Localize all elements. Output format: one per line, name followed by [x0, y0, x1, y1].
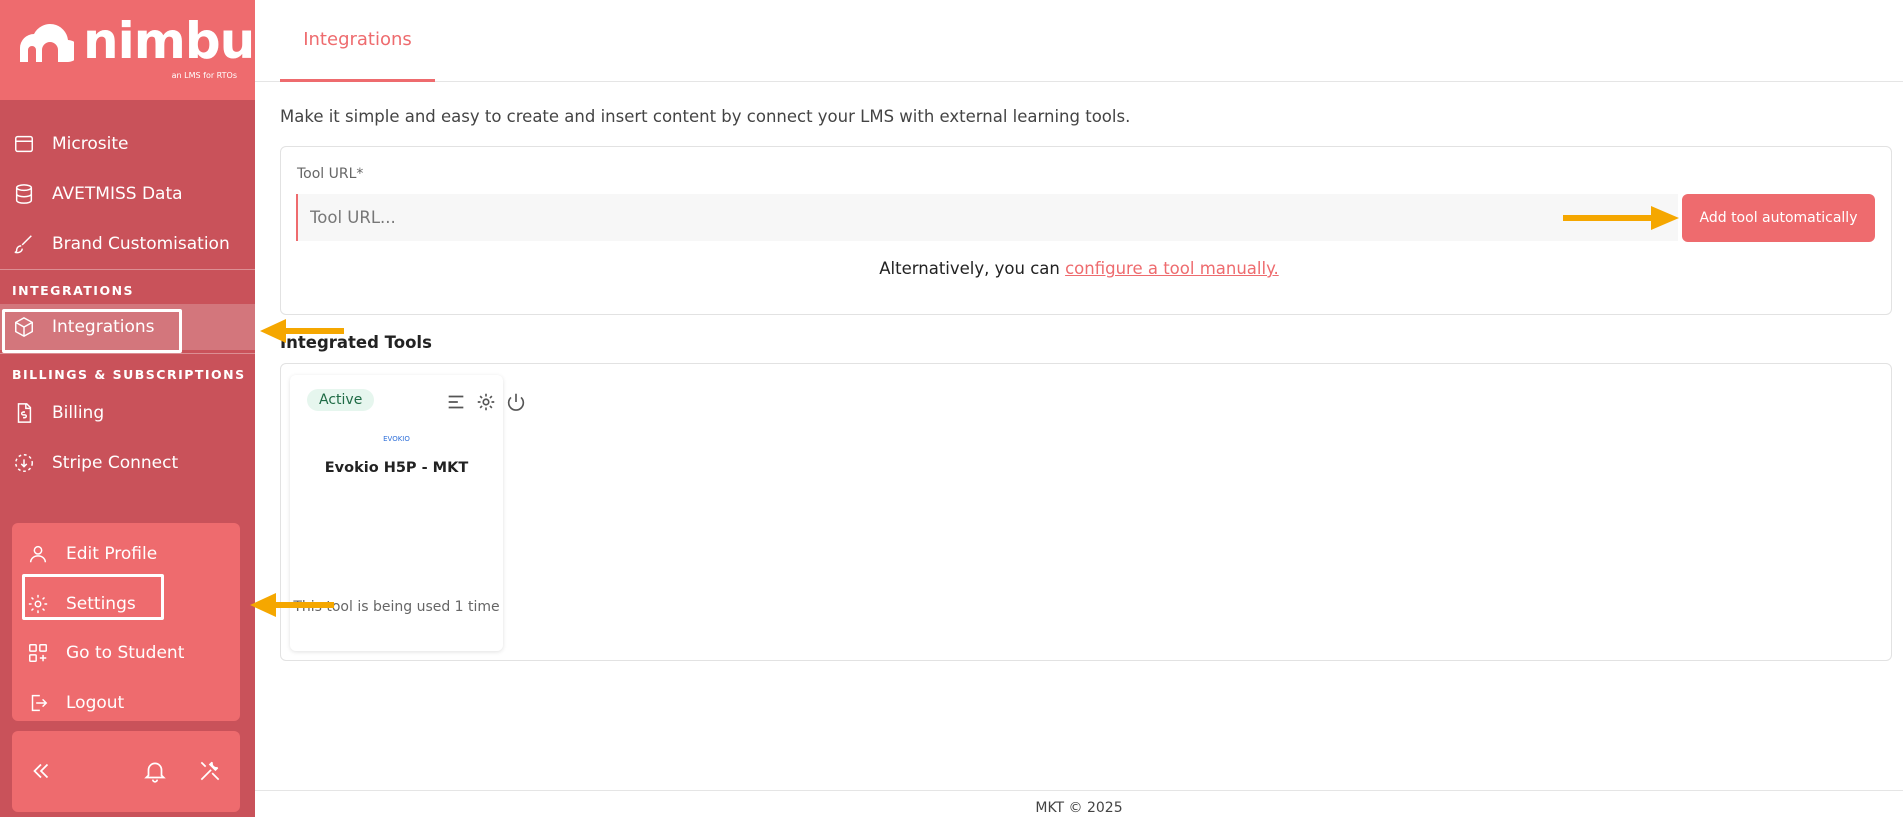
sidebar-divider [0, 353, 255, 354]
menu-item-label: Go to Student [66, 643, 185, 663]
menu-item-label: Logout [66, 693, 125, 713]
annotation-arrow-integrations [260, 319, 344, 343]
brand-tagline: an LMS for RTOs [171, 71, 237, 80]
tab-integrations[interactable]: Integrations [280, 0, 435, 82]
sidebar-divider [0, 269, 255, 270]
bell-icon[interactable] [142, 758, 168, 784]
tool-url-label: Tool URL* [297, 166, 364, 182]
annotation-highlight-settings [22, 574, 164, 620]
gear-icon[interactable] [475, 391, 497, 413]
cloud-logo-icon [20, 24, 74, 62]
status-badge: Active [307, 389, 375, 411]
main-content: Integrations Make it simple and easy to … [255, 0, 1903, 817]
power-icon[interactable] [505, 391, 527, 413]
sidebar-item-stripe-connect[interactable]: Stripe Connect [0, 440, 255, 486]
grid-plus-icon [26, 641, 50, 665]
section-label-integrations: INTEGRATIONS [12, 283, 135, 298]
alternative-prefix: Alternatively, you can [879, 259, 1066, 278]
annotation-arrow-settings [250, 593, 334, 617]
brush-icon [12, 232, 36, 256]
footer: MKT © 2025 [255, 790, 1903, 817]
sidebar: nimbu an LMS for RTOs Microsite AVETMISS… [0, 0, 255, 817]
configure-manually-link[interactable]: configure a tool manually. [1065, 259, 1279, 278]
profile-menu: Edit Profile Settings Go to Student Logo… [12, 523, 240, 721]
menu-item-edit-profile[interactable]: Edit Profile [14, 531, 238, 577]
sidebar-item-label: Brand Customisation [52, 234, 230, 254]
database-icon [12, 182, 36, 206]
tools-icon[interactable] [197, 758, 223, 784]
sidebar-item-label: Microsite [52, 134, 129, 154]
sidebar-bottom-bar [12, 731, 240, 812]
tool-name: Evokio H5P - MKT [324, 460, 469, 476]
section-label-billing: BILLINGS & SUBSCRIPTIONS [12, 367, 246, 382]
add-tool-automatically-button[interactable]: Add tool automatically [1682, 194, 1875, 242]
evokio-logo: EVOKIO [383, 435, 410, 443]
brand-name: nimbu [83, 12, 255, 70]
invoice-icon [12, 401, 36, 425]
sidebar-item-billing[interactable]: Billing [0, 390, 255, 436]
window-icon [12, 132, 36, 156]
tool-url-input[interactable] [296, 194, 1678, 241]
intro-text: Make it simple and easy to create and in… [280, 107, 1131, 126]
annotation-arrow-add-tool [1563, 206, 1679, 230]
dashed-circle-icon [12, 451, 36, 475]
collapse-sidebar-icon[interactable] [28, 758, 54, 784]
annotation-highlight-integrations [2, 309, 182, 353]
sidebar-item-microsite[interactable]: Microsite [0, 121, 255, 167]
user-icon [26, 542, 50, 566]
sidebar-item-avetmiss[interactable]: AVETMISS Data [0, 171, 255, 217]
sidebar-item-label: AVETMISS Data [52, 184, 183, 204]
tab-bar: Integrations [255, 0, 1903, 82]
sidebar-item-label: Stripe Connect [52, 453, 179, 473]
list-icon[interactable] [445, 391, 467, 413]
alternative-text: Alternatively, you can configure a tool … [255, 259, 1903, 278]
sidebar-item-label: Billing [52, 403, 105, 423]
menu-item-label: Edit Profile [66, 544, 158, 564]
sidebar-item-brand-customisation[interactable]: Brand Customisation [0, 221, 255, 267]
brand-logo[interactable]: nimbu an LMS for RTOs [0, 0, 255, 100]
menu-item-go-to-student[interactable]: Go to Student [14, 630, 238, 676]
logout-icon [26, 691, 50, 715]
menu-item-logout[interactable]: Logout [14, 680, 238, 726]
